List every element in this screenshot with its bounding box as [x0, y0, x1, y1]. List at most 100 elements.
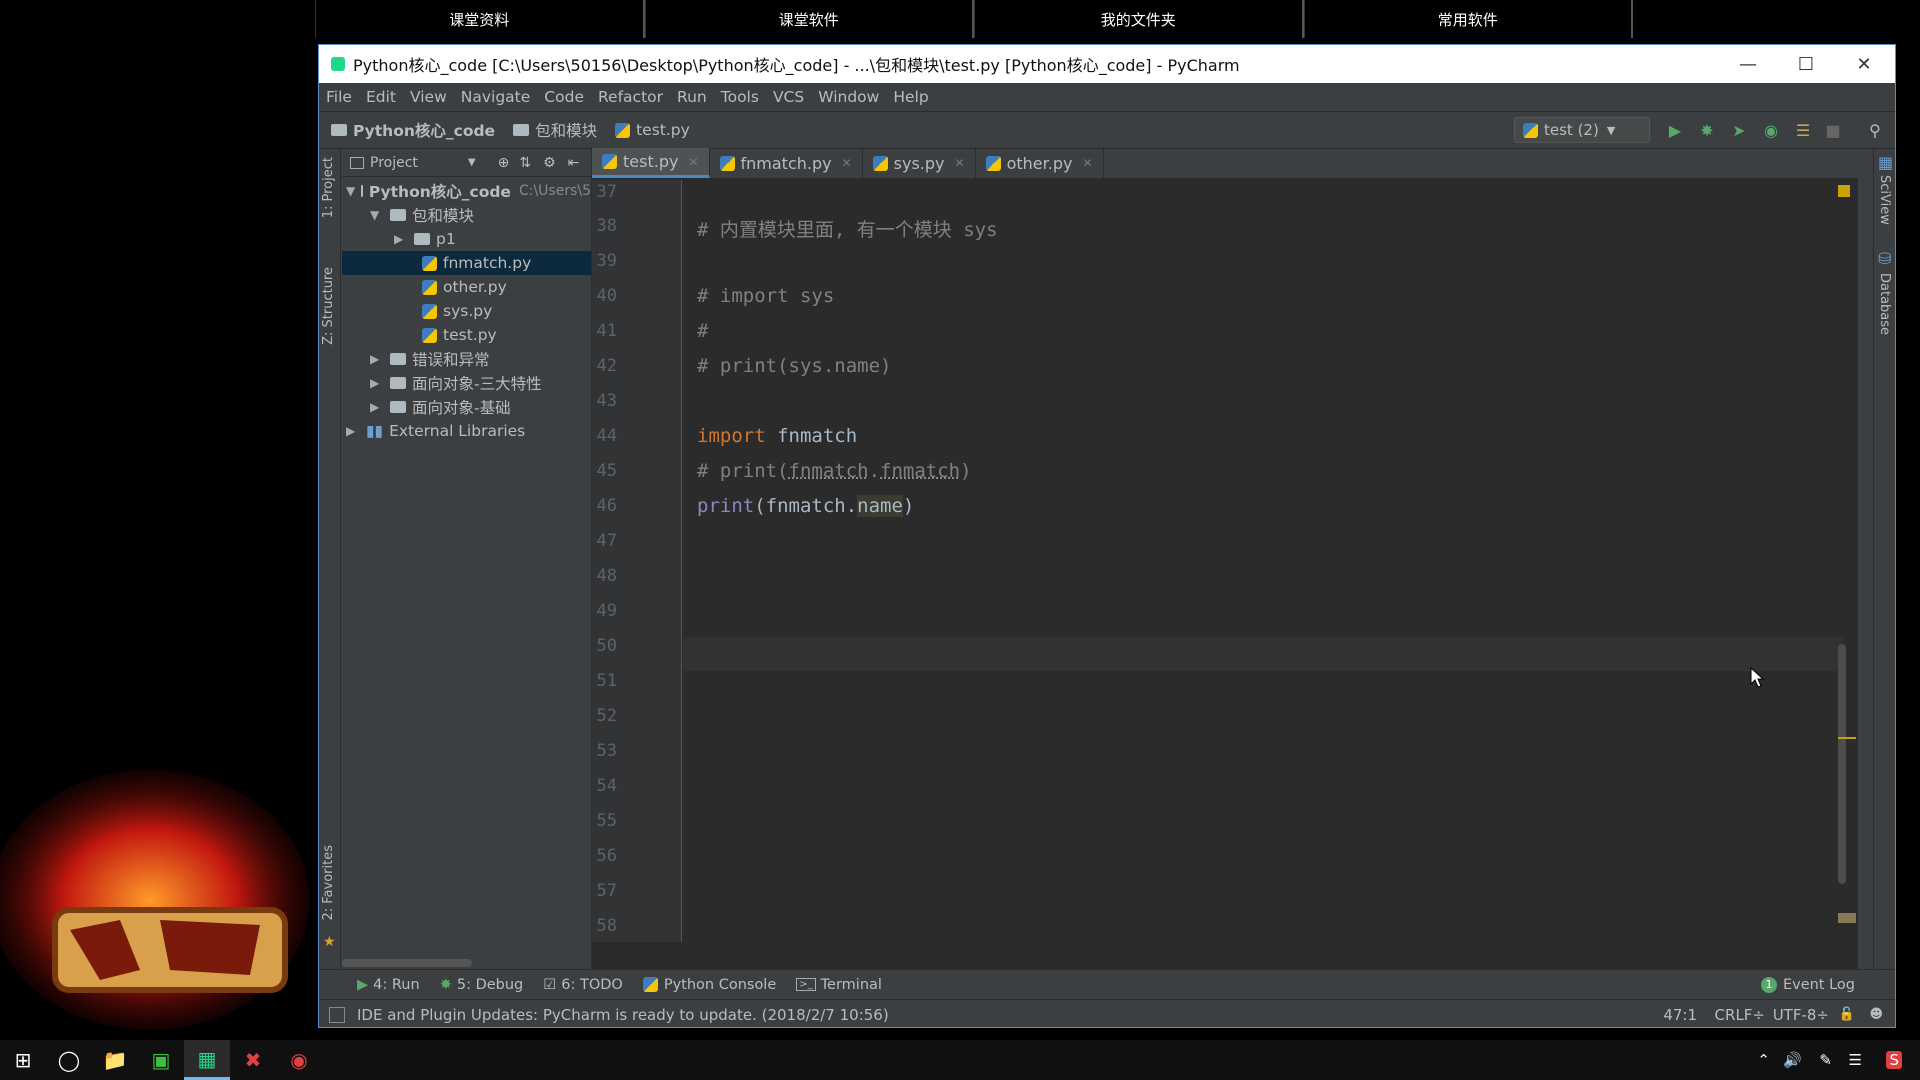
tree-item-p1[interactable]: ▶ p1 — [342, 227, 591, 251]
tool-python-console[interactable]: Python Console — [642, 977, 776, 993]
breadcrumb-file[interactable]: test.py — [615, 121, 690, 139]
menu-view[interactable]: View — [403, 88, 454, 106]
pen-icon[interactable]: ✎ — [1819, 1051, 1832, 1069]
menu-code[interactable]: Code — [537, 88, 591, 106]
notification-icon[interactable]: S — [1886, 1051, 1902, 1069]
inspection-status-icon[interactable] — [1838, 185, 1850, 197]
top-tab-class-software[interactable]: 课堂软件 — [644, 0, 974, 38]
breadcrumb-folder-label: 包和模块 — [535, 122, 598, 140]
expand-arrow-icon[interactable]: ▶ — [394, 232, 408, 246]
concurrency-diagram-icon[interactable]: ☰ — [1793, 120, 1813, 140]
top-tab-common-software[interactable]: 常用软件 — [1303, 0, 1633, 38]
tool-tab-structure[interactable]: Z: Structure — [321, 267, 336, 345]
usage-marker[interactable] — [1838, 913, 1856, 923]
chevron-down-icon[interactable]: ▼ — [468, 157, 476, 168]
camtasia-icon[interactable]: ▣ — [138, 1040, 184, 1080]
menu-navigate[interactable]: Navigate — [454, 88, 538, 106]
tool-terminal[interactable]: >_ Terminal — [796, 977, 882, 993]
project-view-select[interactable]: Project — [370, 155, 418, 171]
debug-icon[interactable]: ✸ — [1697, 120, 1717, 140]
stop-icon[interactable]: ■ — [1823, 120, 1843, 140]
folder-icon — [390, 353, 406, 365]
top-tab-my-folder[interactable]: 我的文件夹 — [974, 0, 1304, 38]
close-icon[interactable]: ✕ — [1082, 156, 1092, 170]
tab-test-py[interactable]: test.py ✕ — [592, 148, 710, 178]
pycharm-taskbar-icon[interactable]: ▦ — [184, 1040, 230, 1080]
pycharm-app-icon — [331, 57, 345, 71]
expand-arrow-icon[interactable]: ▶ — [370, 352, 384, 366]
horizontal-scrollbar[interactable] — [342, 959, 472, 967]
close-icon[interactable]: ✕ — [955, 156, 965, 170]
tool-debug[interactable]: ✸ 5: Debug — [440, 977, 524, 993]
top-tab-class-materials[interactable]: 课堂资料 — [315, 0, 645, 38]
menu-file[interactable]: File — [319, 88, 359, 106]
hide-panel-icon[interactable]: ⇤ — [568, 155, 580, 171]
caret-position[interactable]: 47:1 — [1663, 1006, 1697, 1024]
volume-icon[interactable]: 🔊 — [1783, 1051, 1802, 1069]
inspector-icon[interactable]: ☻ — [1869, 1007, 1883, 1022]
profile-icon[interactable]: ◉ — [1761, 120, 1781, 140]
close-icon[interactable]: ✕ — [842, 156, 852, 170]
run-icon[interactable]: ▶ — [1665, 120, 1685, 140]
run-configuration-select[interactable]: test (2) ▼ — [1514, 117, 1650, 143]
vertical-scrollbar[interactable] — [1838, 644, 1846, 884]
file-encoding[interactable]: UTF-8÷ — [1773, 1006, 1829, 1024]
close-icon[interactable]: ✕ — [688, 155, 698, 169]
menu-edit[interactable]: Edit — [359, 88, 403, 106]
status-message[interactable]: IDE and Plugin Updates: PyCharm is ready… — [357, 1006, 889, 1024]
locate-icon[interactable]: ⊕ — [498, 155, 510, 171]
expand-arrow-icon[interactable]: ▼ — [346, 184, 355, 198]
event-log[interactable]: 1 Event Log — [1760, 976, 1855, 993]
chevron-up-icon[interactable]: ⌃ — [1757, 1051, 1770, 1069]
expand-arrow-icon[interactable]: ▶ — [346, 424, 360, 438]
tool-tab-project[interactable]: 1: Project — [321, 157, 336, 218]
tool-todo[interactable]: ☑ 6: TODO — [543, 977, 623, 993]
tree-item-test[interactable]: test.py — [342, 323, 591, 347]
ime-icon[interactable]: ☰ — [1849, 1051, 1862, 1069]
search-icon[interactable]: ◯ — [46, 1040, 92, 1080]
tool-tab-favorites[interactable]: 2: Favorites — [321, 845, 336, 921]
run-with-coverage-icon[interactable]: ➤ — [1729, 120, 1749, 140]
tool-tab-database[interactable]: Database — [1877, 273, 1892, 335]
tree-item-oop-basics[interactable]: ▶ 面向对象-基础 — [342, 395, 591, 419]
search-icon[interactable]: ⚲ — [1865, 120, 1885, 140]
warning-marker[interactable] — [1838, 737, 1856, 739]
file-explorer-icon[interactable]: 📁 — [92, 1040, 138, 1080]
expand-arrow-icon[interactable]: ▶ — [370, 400, 384, 414]
tree-item-other[interactable]: other.py — [342, 275, 591, 299]
tool-tab-sciview[interactable]: SciView — [1877, 175, 1892, 225]
tree-item-oop-features[interactable]: ▶ 面向对象-三大特性 — [342, 371, 591, 395]
menu-vcs[interactable]: VCS — [766, 88, 811, 106]
lock-icon[interactable]: 🔓 — [1839, 1007, 1855, 1022]
expand-arrow-icon[interactable]: ▼ — [370, 208, 384, 222]
minimize-button[interactable]: — — [1719, 45, 1777, 83]
menu-help[interactable]: Help — [886, 88, 935, 106]
collapse-all-icon[interactable]: ⇅ — [519, 155, 531, 171]
close-button[interactable]: ✕ — [1835, 45, 1893, 83]
maximize-button[interactable]: ☐ — [1777, 45, 1835, 83]
tree-item-fnmatch[interactable]: fnmatch.py — [342, 251, 591, 275]
recorder-icon[interactable]: ◉ — [276, 1040, 322, 1080]
gear-icon[interactable]: ⚙ — [543, 155, 556, 171]
comment-token: # print( — [697, 460, 789, 482]
menu-refactor[interactable]: Refactor — [591, 88, 670, 106]
tool-run[interactable]: ▶ 4: Run — [357, 977, 420, 993]
breadcrumb-folder[interactable]: 包和模块 — [513, 119, 597, 141]
tree-item-errors[interactable]: ▶ 错误和异常 — [342, 347, 591, 371]
toggle-tool-windows-icon[interactable] — [329, 1006, 345, 1023]
menu-run[interactable]: Run — [670, 88, 714, 106]
windows-start-icon[interactable]: ⊞ — [0, 1040, 46, 1080]
tab-sys-py[interactable]: sys.py ✕ — [863, 148, 976, 178]
tree-root[interactable]: ▼ Python核心_code C:\Users\5 — [342, 179, 591, 203]
breadcrumb-root[interactable]: Python核心_code — [331, 119, 495, 141]
tree-item-sys[interactable]: sys.py — [342, 299, 591, 323]
menu-window[interactable]: Window — [811, 88, 886, 106]
tab-fnmatch-py[interactable]: fnmatch.py ✕ — [710, 148, 863, 178]
xmind-icon[interactable]: ✖ — [230, 1040, 276, 1080]
tree-item-external-libraries[interactable]: ▶ ▮▮ External Libraries — [342, 419, 591, 443]
line-separator[interactable]: CRLF÷ — [1715, 1006, 1765, 1024]
menu-tools[interactable]: Tools — [714, 88, 766, 106]
expand-arrow-icon[interactable]: ▶ — [370, 376, 384, 390]
tree-item-package[interactable]: ▼ 包和模块 — [342, 203, 591, 227]
tab-other-py[interactable]: other.py ✕ — [976, 148, 1104, 178]
